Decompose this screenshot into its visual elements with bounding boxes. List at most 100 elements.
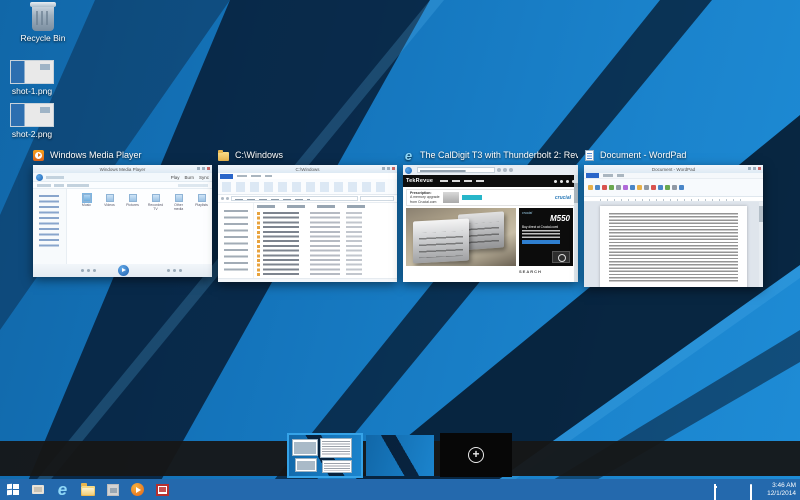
window-title: The CalDigit T3 with Thunderbolt 2: Revi… xyxy=(420,150,578,160)
window-controls xyxy=(382,167,395,170)
explorer-title-text: C:\Windows xyxy=(295,167,319,172)
browser-chrome xyxy=(403,165,578,175)
article-body: crucial M550 Buy direct at Crucial.com! … xyxy=(403,208,578,274)
mini-window xyxy=(292,439,318,456)
task-view-button[interactable] xyxy=(25,479,50,500)
desktop-icon-recycle-bin[interactable]: Recycle Bin xyxy=(11,5,75,43)
social-icons xyxy=(554,180,575,183)
taskbar-media-player[interactable] xyxy=(125,479,150,500)
taskbar-red-app[interactable] xyxy=(150,479,175,500)
back-icon xyxy=(405,167,412,174)
desktop-icon-label: shot-1.png xyxy=(0,86,64,96)
start-button[interactable] xyxy=(0,479,25,500)
explorer-nav-pane xyxy=(218,203,254,278)
ribbon-body xyxy=(218,179,397,195)
volume-icon[interactable] xyxy=(738,485,747,494)
wmp-library-area: Music Videos Pictures Recorded TV Other … xyxy=(67,189,212,264)
article-photo xyxy=(406,208,516,266)
tab-burn: Burn xyxy=(184,175,194,180)
wmp-tabs: Play Burn Sync xyxy=(171,175,209,180)
window-controls xyxy=(197,167,210,170)
add-desktop-button[interactable]: + xyxy=(440,433,512,477)
browser-thumbnail: TekRevue Prescription: A memory upgrade … xyxy=(403,165,578,282)
red-app-icon xyxy=(156,484,169,496)
settings-icon xyxy=(509,168,513,172)
sidebar-ad-title: M550 xyxy=(522,215,570,223)
desktop-thumbnail-2[interactable] xyxy=(366,435,434,476)
wordpad-icon xyxy=(585,150,594,161)
window-title: Document - WordPad xyxy=(600,150,686,160)
wmp-titlebar: Windows Media Player xyxy=(33,165,212,173)
mini-window xyxy=(322,460,352,473)
task-view-window-wordpad[interactable]: Document - WordPad Document - WordPad xyxy=(584,148,763,162)
task-view-window-browser[interactable]: e The CalDigit T3 with Thunderbolt 2: Re… xyxy=(403,148,578,162)
window-label: C:\Windows xyxy=(218,148,397,162)
recycle-bin-icon xyxy=(32,5,54,31)
scrollbar xyxy=(574,175,578,282)
drive-enclosure-front xyxy=(413,219,469,264)
window-title: Windows Media Player xyxy=(50,150,142,160)
wmp-main: Music Videos Pictures Recorded TV Other … xyxy=(33,189,212,264)
document-text xyxy=(609,213,738,282)
explorer-addressbar xyxy=(218,195,397,203)
address-box xyxy=(231,196,358,201)
mini-wallpaper xyxy=(366,435,434,476)
image-file-icon xyxy=(10,60,54,84)
site-nav-menu xyxy=(440,180,484,182)
task-view-window-explorer[interactable]: C:\Windows C:\Windows xyxy=(218,148,397,162)
desktop-icon-shot-2[interactable]: shot-2.png xyxy=(0,103,64,139)
task-view-window-wmp[interactable]: Windows Media Player Windows Media Playe… xyxy=(33,148,212,162)
window-controls xyxy=(748,167,761,170)
play-button-icon xyxy=(118,265,129,276)
file-explorer-icon xyxy=(81,486,95,496)
touch-keyboard-icon[interactable] xyxy=(750,485,761,494)
gray-app-icon xyxy=(107,484,119,496)
sidebar: crucial M550 Buy direct at Crucial.com! … xyxy=(519,208,573,274)
taskbar-file-explorer[interactable] xyxy=(75,479,100,500)
sidebar-ad-button xyxy=(522,240,560,244)
taskbar: e xyxy=(0,479,800,500)
library-item-other-media: Other media xyxy=(169,194,188,211)
wmp-playback-controls xyxy=(33,264,212,277)
desktop-icon-shot-1[interactable]: shot-1.png xyxy=(0,60,64,96)
mini-window xyxy=(295,458,317,472)
window-label: e The CalDigit T3 with Thunderbolt 2: Re… xyxy=(403,148,578,162)
wmp-addressbar xyxy=(33,182,212,189)
search-heading: SEARCH xyxy=(519,269,573,274)
wordpad-thumbnail: Document - WordPad xyxy=(584,165,763,287)
desktop-thumbnail-1[interactable] xyxy=(287,433,363,478)
window-label: Document - WordPad xyxy=(584,148,763,162)
wmp-nav-pane xyxy=(33,189,67,264)
network-icon[interactable] xyxy=(726,485,735,494)
explorer-statusbar xyxy=(218,278,397,282)
library-item-videos: Videos xyxy=(100,194,119,211)
taskbar-internet-explorer[interactable]: e xyxy=(50,479,75,500)
ad-banner-text: Prescription: A memory upgrade from Cruc… xyxy=(410,191,440,205)
windows-logo-icon xyxy=(7,484,19,495)
file-tab xyxy=(586,173,599,178)
battery-icon[interactable] xyxy=(714,485,723,494)
explorer-titlebar: C:\Windows xyxy=(218,165,397,173)
sidebar-ad: crucial M550 Buy direct at Crucial.com! xyxy=(519,208,573,266)
task-view-icon xyxy=(32,485,44,494)
sidebar-ad-bullets xyxy=(522,230,570,238)
hidden-icons-button[interactable] xyxy=(690,485,699,494)
document-page xyxy=(600,206,747,287)
internet-explorer-icon: e xyxy=(58,481,67,498)
wordpad-title-text: Document - WordPad xyxy=(652,167,695,172)
media-player-icon xyxy=(131,483,144,496)
taskbar-gray-app[interactable] xyxy=(100,479,125,500)
site-logo: TekRevue xyxy=(406,178,433,184)
folder-icon xyxy=(218,152,229,161)
home-icon xyxy=(497,168,501,172)
explorer-file-list xyxy=(254,203,397,278)
task-view-screen: Recycle Bin shot-1.png shot-2.png Window… xyxy=(0,0,800,500)
explorer-main xyxy=(218,203,397,278)
wmp-title-text: Windows Media Player xyxy=(100,167,146,172)
ad-product-image xyxy=(443,192,459,203)
plus-icon: + xyxy=(468,447,484,463)
search-box xyxy=(360,196,394,201)
action-center-flag-icon[interactable] xyxy=(702,485,711,494)
taskbar-clock[interactable]: 3:46 AM 12/1/2014 xyxy=(767,482,798,498)
library-item-playlists: Playlists xyxy=(192,194,211,211)
